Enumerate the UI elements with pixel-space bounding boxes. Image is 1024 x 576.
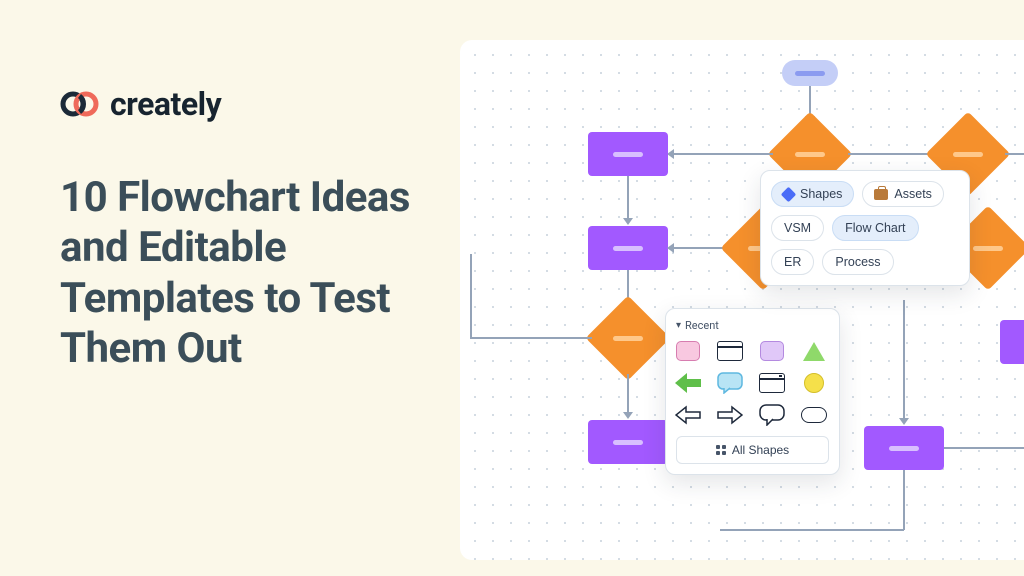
process-shape[interactable] xyxy=(864,426,944,470)
brand-name: creately xyxy=(110,85,221,123)
process-shape[interactable] xyxy=(588,226,668,270)
briefcase-icon xyxy=(874,189,888,200)
connector xyxy=(1005,153,1024,155)
connector xyxy=(470,337,592,339)
palette-speech-outline[interactable] xyxy=(758,404,786,426)
process-shape[interactable] xyxy=(1000,320,1024,364)
palette-terminator-outline[interactable] xyxy=(800,404,828,426)
connector xyxy=(720,529,904,531)
palette-arrow-left-green[interactable] xyxy=(674,372,702,394)
shapes-panel[interactable]: Recent All Shapes xyxy=(665,308,840,475)
all-shapes-button[interactable]: All Shapes xyxy=(676,436,829,464)
process-shape[interactable] xyxy=(588,420,668,464)
shapes-icon xyxy=(781,186,797,202)
connector xyxy=(903,300,905,420)
connector xyxy=(944,447,1024,449)
palette-card-icon[interactable] xyxy=(758,372,786,394)
chip-flowchart[interactable]: Flow Chart xyxy=(832,215,918,241)
palette-triangle-green[interactable] xyxy=(800,340,828,362)
page-headline: 10 Flowchart Ideas and Editable Template… xyxy=(60,173,440,375)
connector xyxy=(903,470,905,530)
connector xyxy=(470,254,472,338)
chip-vsm[interactable]: VSM xyxy=(771,215,824,241)
decision-shape[interactable] xyxy=(598,308,658,368)
arrow-icon xyxy=(899,418,909,425)
palette-rounded-rect-pink[interactable] xyxy=(674,340,702,362)
recent-section-label[interactable]: Recent xyxy=(676,319,829,332)
arrow-icon xyxy=(667,149,674,159)
palette-rounded-rect-lilac[interactable] xyxy=(758,340,786,362)
arrow-icon xyxy=(667,243,674,253)
process-shape[interactable] xyxy=(588,132,668,176)
chip-process[interactable]: Process xyxy=(822,249,893,275)
grid-icon xyxy=(716,445,726,455)
arrow-icon xyxy=(623,218,633,225)
all-shapes-label: All Shapes xyxy=(732,443,789,457)
connector xyxy=(848,153,938,155)
connector xyxy=(627,176,629,220)
palette-speech-bubble-blue[interactable] xyxy=(716,372,744,394)
shapes-tab[interactable]: Shapes xyxy=(771,181,854,207)
connector xyxy=(627,374,629,414)
arrow-icon xyxy=(623,412,633,419)
shapes-tab-label: Shapes xyxy=(800,187,842,201)
assets-tab-label: Assets xyxy=(894,187,932,201)
palette-circle-yellow[interactable] xyxy=(800,372,828,394)
brand-logo: creately xyxy=(60,85,440,123)
shape-picker-toolbar[interactable]: Shapes Assets VSM Flow Chart ER Process xyxy=(760,170,970,286)
diagram-canvas[interactable]: Shapes Assets VSM Flow Chart ER Process … xyxy=(460,40,1024,560)
creately-logo-icon xyxy=(60,90,100,118)
chip-er[interactable]: ER xyxy=(771,249,814,275)
dot-grid-background xyxy=(460,40,1024,560)
assets-tab[interactable]: Assets xyxy=(862,181,944,207)
palette-arrow-right-outline[interactable] xyxy=(716,404,744,426)
palette-window-icon[interactable] xyxy=(716,340,744,362)
palette-arrow-left-outline[interactable] xyxy=(674,404,702,426)
connector xyxy=(673,153,773,155)
terminator-shape[interactable] xyxy=(782,60,838,86)
